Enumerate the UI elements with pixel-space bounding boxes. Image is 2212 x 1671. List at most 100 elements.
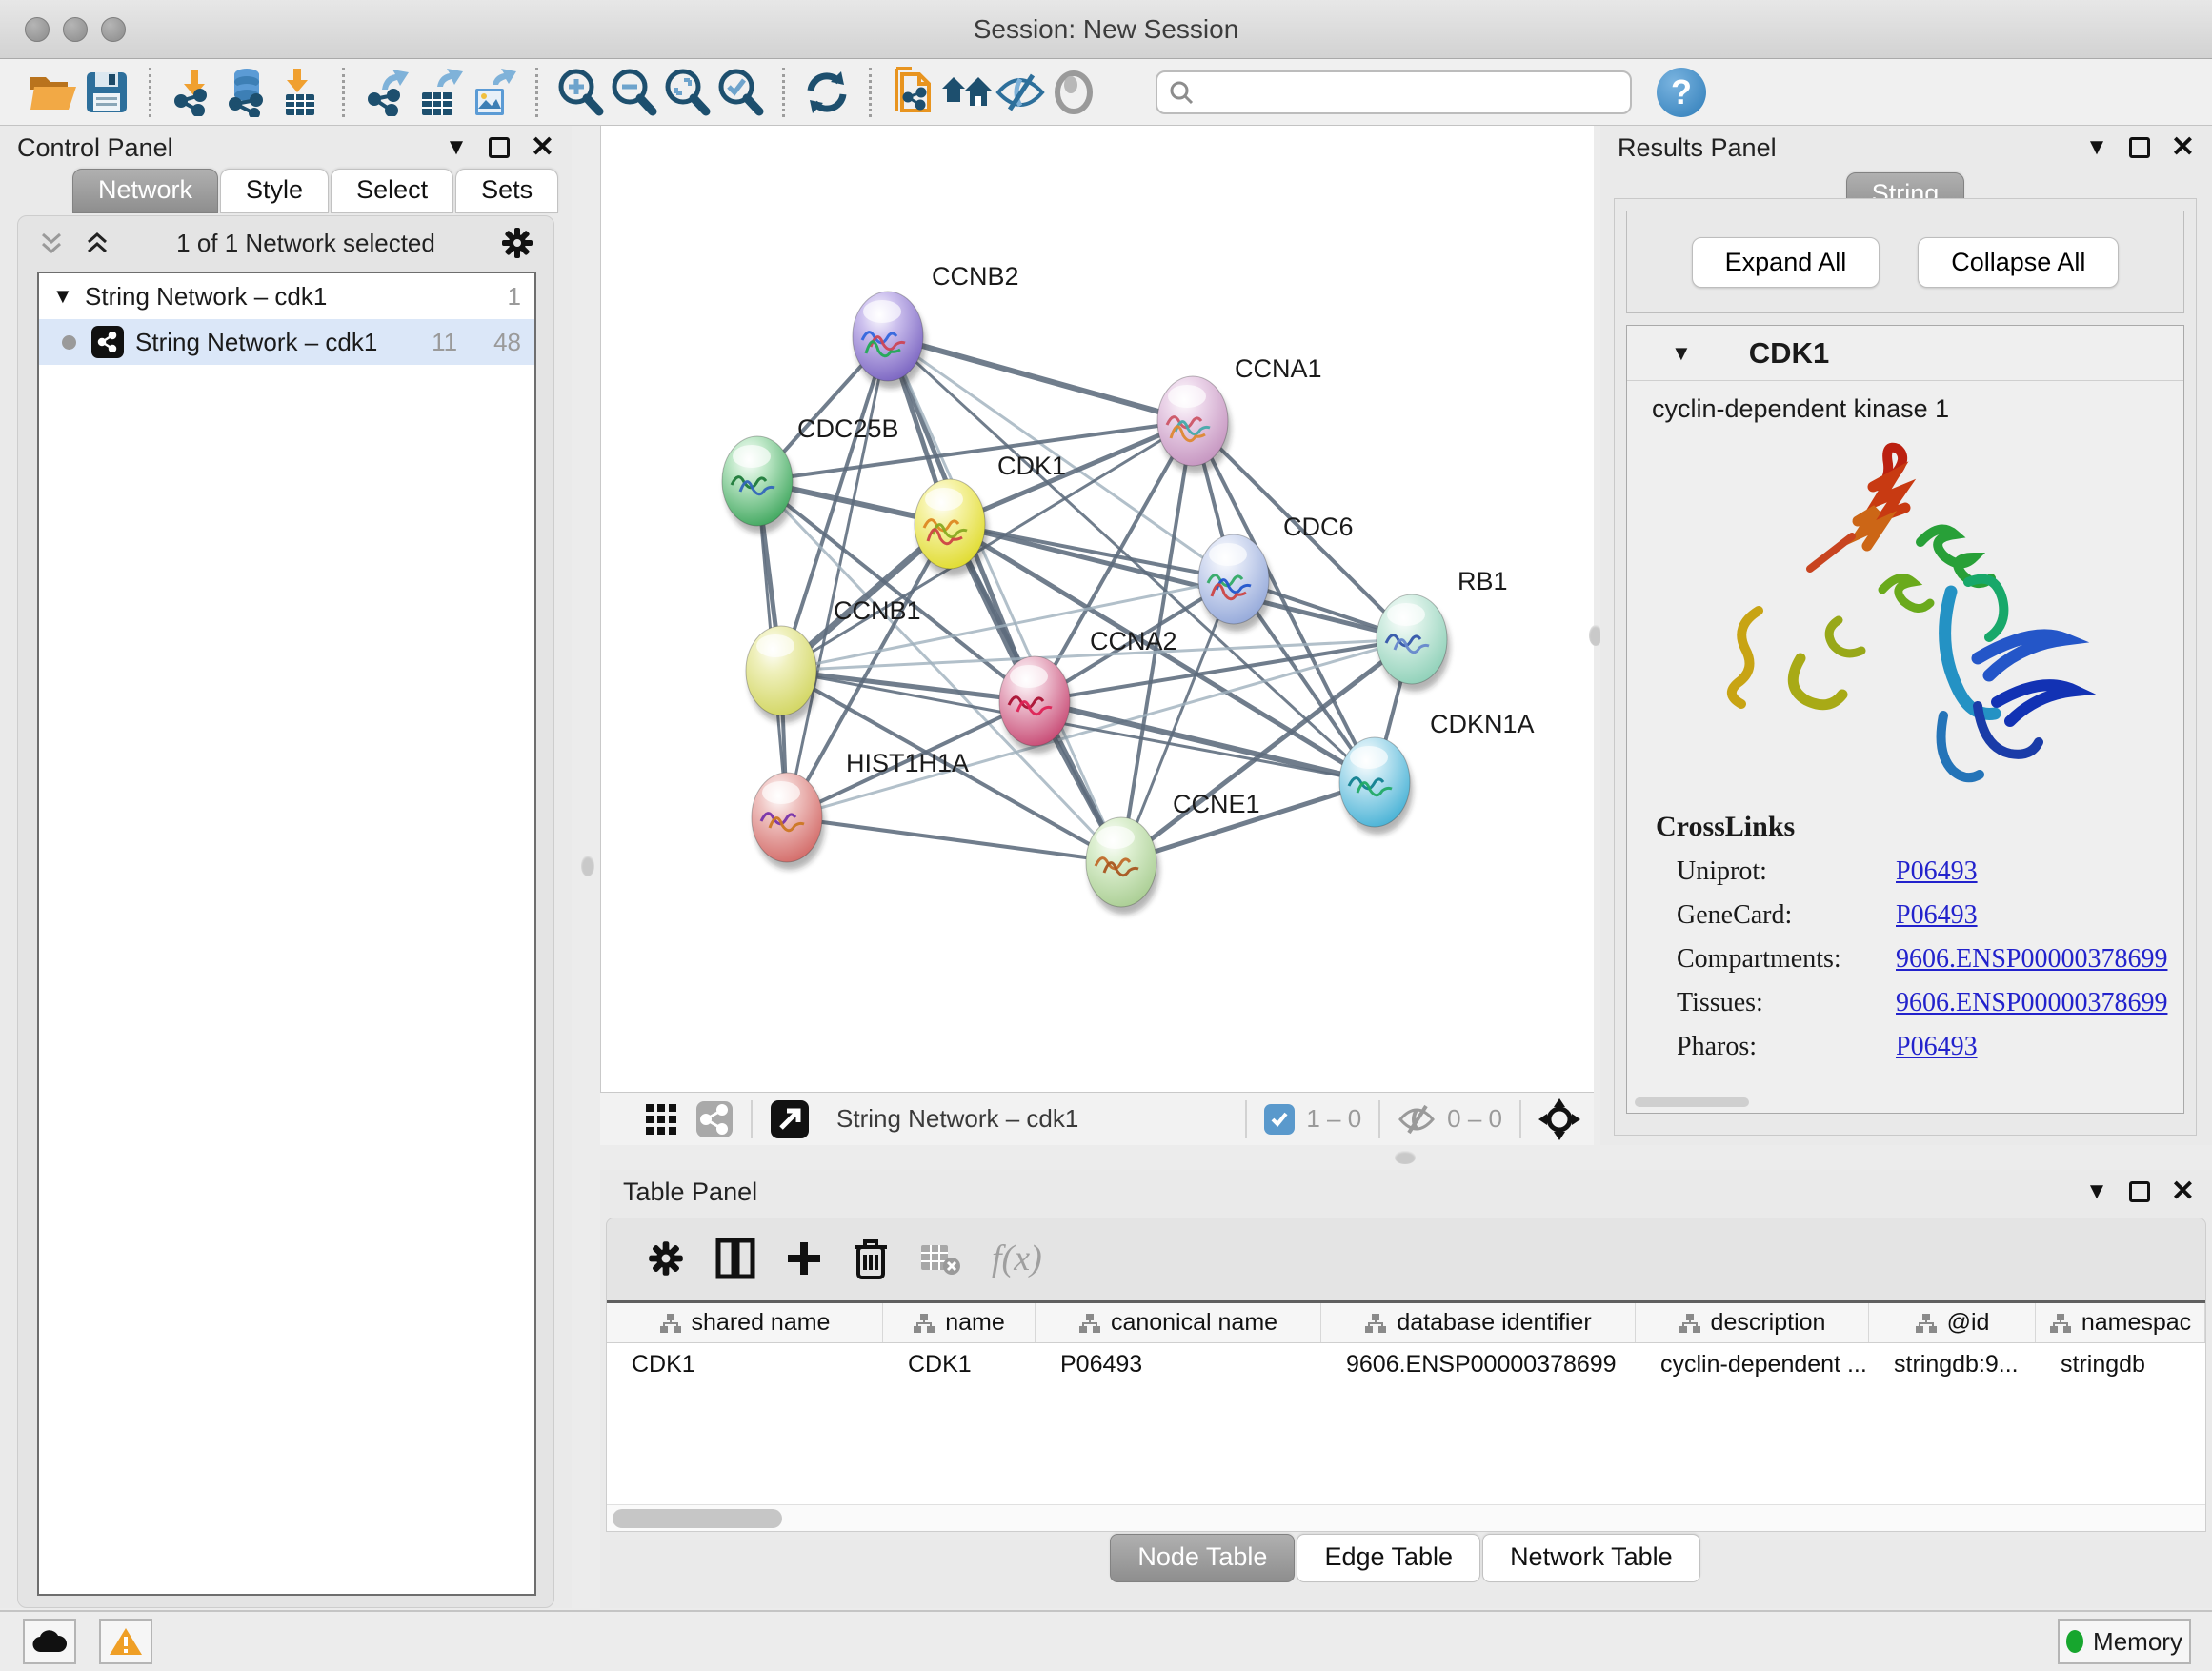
tab-edge-table[interactable]: Edge Table [1297, 1534, 1480, 1582]
zoom-selected-icon[interactable] [714, 68, 767, 117]
result-expander-icon[interactable]: ▼ [1671, 341, 1692, 366]
float-panel-icon[interactable] [2129, 1181, 2150, 1202]
export-table-icon[interactable] [413, 68, 467, 117]
column-header-namespac[interactable]: namespac [2036, 1303, 2205, 1342]
scrollbar-thumb[interactable] [613, 1509, 782, 1528]
crosslink-link[interactable]: 9606.ENSP00000378699 [1896, 988, 2167, 1018]
create-column-plus-icon[interactable] [786, 1240, 822, 1277]
expand-all-button[interactable]: Expand All [1692, 237, 1880, 288]
fit-content-crosshair-icon[interactable] [1538, 1098, 1580, 1140]
show-columns-icon[interactable] [715, 1238, 755, 1279]
column-header-shared-name[interactable]: shared name [607, 1303, 883, 1342]
results-panel: Results Panel ▼ ✕ String Expand All Coll… [1600, 126, 2212, 1145]
show-selection-eye-icon[interactable] [1047, 68, 1100, 117]
tab-style[interactable]: Style [220, 169, 329, 213]
result-gene-name: CDK1 [1749, 336, 1829, 371]
control-panel-title: Control Panel [17, 133, 173, 163]
warnings-button[interactable] [99, 1619, 152, 1664]
selected-items-checkbox[interactable] [1264, 1104, 1295, 1135]
collection-expander-icon[interactable]: ▼ [52, 284, 85, 309]
open-session-icon[interactable] [27, 68, 80, 117]
panel-menu-icon[interactable]: ▼ [2085, 136, 2108, 159]
left-splitter-handle[interactable] [581, 856, 594, 876]
zoom-in-icon[interactable] [553, 68, 607, 117]
table-cell[interactable]: CDK1 [607, 1343, 883, 1387]
table-cell[interactable]: 9606.ENSP00000378699 [1321, 1343, 1636, 1387]
close-panel-icon[interactable]: ✕ [2171, 1178, 2195, 1206]
network-row[interactable]: String Network – cdk1 11 48 [39, 319, 534, 365]
crosslink-link[interactable]: P06493 [1896, 856, 1978, 887]
close-panel-icon[interactable]: ✕ [2171, 133, 2195, 162]
help-icon[interactable]: ? [1657, 68, 1706, 117]
tab-node-table[interactable]: Node Table [1110, 1534, 1295, 1582]
column-header-canonical-name[interactable]: canonical name [1036, 1303, 1321, 1342]
collapse-all-button[interactable]: Collapse All [1918, 237, 2119, 288]
toolbar-search[interactable] [1156, 70, 1632, 114]
network-node-CCNE1[interactable]: CCNE1 [1086, 790, 1260, 915]
table-cell[interactable]: CDK1 [883, 1343, 1036, 1387]
column-header-name[interactable]: name [883, 1303, 1036, 1342]
import-network-from-database-icon[interactable] [220, 68, 273, 117]
network-node-CCNA1[interactable]: CCNA1 [1157, 354, 1322, 473]
zoom-fit-icon[interactable] [660, 68, 714, 117]
table-cell[interactable]: P06493 [1036, 1343, 1321, 1387]
zoom-out-icon[interactable] [607, 68, 660, 117]
network-node-RB1[interactable]: RB1 [1377, 567, 1508, 692]
network-collection-row[interactable]: ▼ String Network – cdk1 1 [39, 273, 534, 319]
crosslink-link[interactable]: P06493 [1896, 1032, 1978, 1062]
toolbar-divider [1245, 1100, 1247, 1138]
crosslink-link[interactable]: 9606.ENSP00000378699 [1896, 944, 2167, 975]
network-edge-CCNB2-CCNE1[interactable] [888, 336, 1121, 862]
export-image-icon[interactable] [467, 68, 520, 117]
delete-column-trash-icon[interactable] [853, 1238, 889, 1279]
birds-eye-grid-icon[interactable] [644, 1102, 678, 1137]
table-row[interactable]: CDK1CDK1P064939606.ENSP00000378699cyclin… [607, 1343, 2205, 1387]
tab-select[interactable]: Select [331, 169, 453, 213]
cloud-status-button[interactable] [23, 1619, 76, 1664]
close-panel-icon[interactable]: ✕ [531, 133, 554, 162]
column-header--id[interactable]: @id [1869, 1303, 2036, 1342]
panel-menu-icon[interactable]: ▼ [2085, 1180, 2108, 1203]
bottom-splitter-handle[interactable] [1395, 1151, 1416, 1164]
cytoscape-homes-icon[interactable] [940, 68, 994, 117]
float-panel-icon[interactable] [2129, 137, 2150, 158]
hide-selection-eye-icon[interactable] [994, 68, 1047, 117]
table-horizontal-scrollbar[interactable] [607, 1504, 2205, 1531]
results-scrollbar[interactable] [1635, 1097, 1749, 1107]
node-label-CDC6: CDC6 [1283, 513, 1354, 541]
tab-network[interactable]: Network [72, 169, 218, 213]
table-options-gear-icon[interactable] [647, 1239, 685, 1278]
network-node-CDKN1A[interactable]: CDKN1A [1339, 710, 1535, 835]
column-header-description[interactable]: description [1636, 1303, 1869, 1342]
refresh-icon[interactable] [800, 68, 854, 117]
table-cell[interactable]: stringdb:9... [1869, 1343, 2036, 1387]
detach-view-icon[interactable] [770, 1099, 810, 1139]
network-edge-CCNA2-CDKN1A[interactable] [1035, 701, 1375, 782]
network-view-canvas[interactable]: CCNB2CCNA1CDC25BCDK1CDC6RB1CCNB1CCNA2CDK… [600, 126, 1594, 1092]
import-table-icon[interactable] [273, 68, 327, 117]
node-result-header[interactable]: ▼ CDK1 [1627, 326, 2183, 381]
search-input[interactable] [1203, 77, 1613, 107]
network-options-gear-icon[interactable] [500, 226, 534, 260]
column-header-database-identifier[interactable]: database identifier [1321, 1303, 1636, 1342]
tab-network-table[interactable]: Network Table [1482, 1534, 1700, 1582]
float-panel-icon[interactable] [489, 137, 510, 158]
tab-sets[interactable]: Sets [455, 169, 558, 213]
panel-menu-icon[interactable]: ▼ [445, 136, 468, 159]
crosslink-link[interactable]: P06493 [1896, 900, 1978, 931]
network-edge-CCNB2-HIST1H1A[interactable] [787, 336, 888, 817]
collapse-all-networks-icon[interactable] [37, 229, 66, 257]
network-node-CDK1[interactable]: CDK1 [915, 452, 1066, 576]
column-type-icon [1078, 1313, 1101, 1334]
table-cell[interactable]: stringdb [2036, 1343, 2205, 1387]
network-overview-share-icon[interactable] [695, 1100, 734, 1138]
expand-all-networks-icon[interactable] [83, 229, 111, 257]
import-network-icon[interactable] [167, 68, 220, 117]
memory-button[interactable]: Memory [2058, 1619, 2191, 1664]
export-network-icon[interactable] [360, 68, 413, 117]
share-document-icon[interactable] [887, 68, 940, 117]
node-table-container: f(x) shared namenamecanonical namedataba… [606, 1218, 2206, 1532]
table-cell[interactable]: cyclin-dependent ... [1636, 1343, 1869, 1387]
save-session-icon[interactable] [80, 68, 133, 117]
network-edge-HIST1H1A-CCNE1[interactable] [787, 817, 1121, 862]
